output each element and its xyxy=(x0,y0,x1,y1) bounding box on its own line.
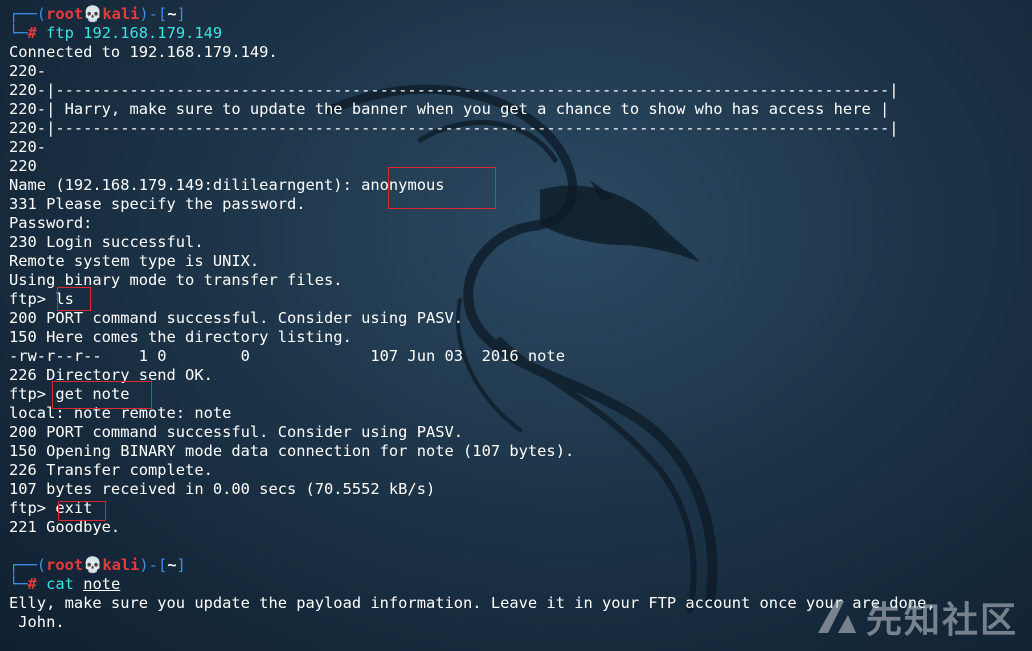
output-line: 226 Transfer complete. xyxy=(9,461,213,479)
output-line: 221 Goodbye. xyxy=(9,518,121,536)
highlight-box-get-note xyxy=(52,381,152,409)
output-line: 220- xyxy=(9,62,47,80)
watermark-logo-icon xyxy=(817,601,856,633)
ftp-command-exit: ftp> exit xyxy=(9,499,93,517)
watermark-text: 先知社区 xyxy=(865,600,1018,641)
output-line: Connected to 192.168.179.149. xyxy=(9,43,278,61)
prompt-header-2: ┌──(root💀kali)-[~] xyxy=(9,556,186,574)
prompt-command-1: └─# ftp 192.168.179.149 xyxy=(9,24,223,42)
output-line: 150 Opening BINARY mode data connection … xyxy=(9,442,575,460)
banner-border-bottom: 220-|-----------------------------------… xyxy=(9,119,899,137)
terminal-output: ┌──(root💀kali)-[~] └─# ftp 192.168.179.1… xyxy=(9,5,1029,632)
banner-message: 220-| Harry, make sure to update the ban… xyxy=(9,100,890,118)
name-prompt-line: Name (192.168.179.149:dililearngent): an… xyxy=(9,176,445,194)
directory-listing-row: -rw-r--r-- 1 0 0 107 Jun 03 2016 note xyxy=(9,347,565,365)
output-line: Using binary mode to transfer files. xyxy=(9,271,343,289)
prompt-header-1: ┌──(root💀kali)-[~] xyxy=(9,5,186,23)
output-line: 107 bytes received in 0.00 secs (70.5552… xyxy=(9,480,436,498)
output-line: 150 Here comes the directory listing. xyxy=(9,328,352,346)
highlight-box-exit xyxy=(58,501,106,521)
output-line: 331 Please specify the password. xyxy=(9,195,306,213)
highlight-box-anonymous xyxy=(388,167,496,209)
output-line: local: note remote: note xyxy=(9,404,232,422)
output-line: Password: xyxy=(9,214,93,232)
output-line: 226 Directory send OK. xyxy=(9,366,213,384)
ftp-command-get: ftp> get note xyxy=(9,385,130,403)
watermark: 先知社区 xyxy=(814,591,1018,643)
output-line: 220- xyxy=(9,138,47,156)
banner-border-top: 220-|-----------------------------------… xyxy=(9,81,899,99)
highlight-box-ls xyxy=(57,287,91,311)
output-line: 230 Login successful. xyxy=(9,233,204,251)
output-line: 200 PORT command successful. Consider us… xyxy=(9,423,464,441)
ftp-command-ls: ftp> ls xyxy=(9,290,74,308)
output-line: Remote system type is UNIX. xyxy=(9,252,260,270)
output-line: 220 xyxy=(9,157,37,175)
output-line: 200 PORT command successful. Consider us… xyxy=(9,309,464,327)
